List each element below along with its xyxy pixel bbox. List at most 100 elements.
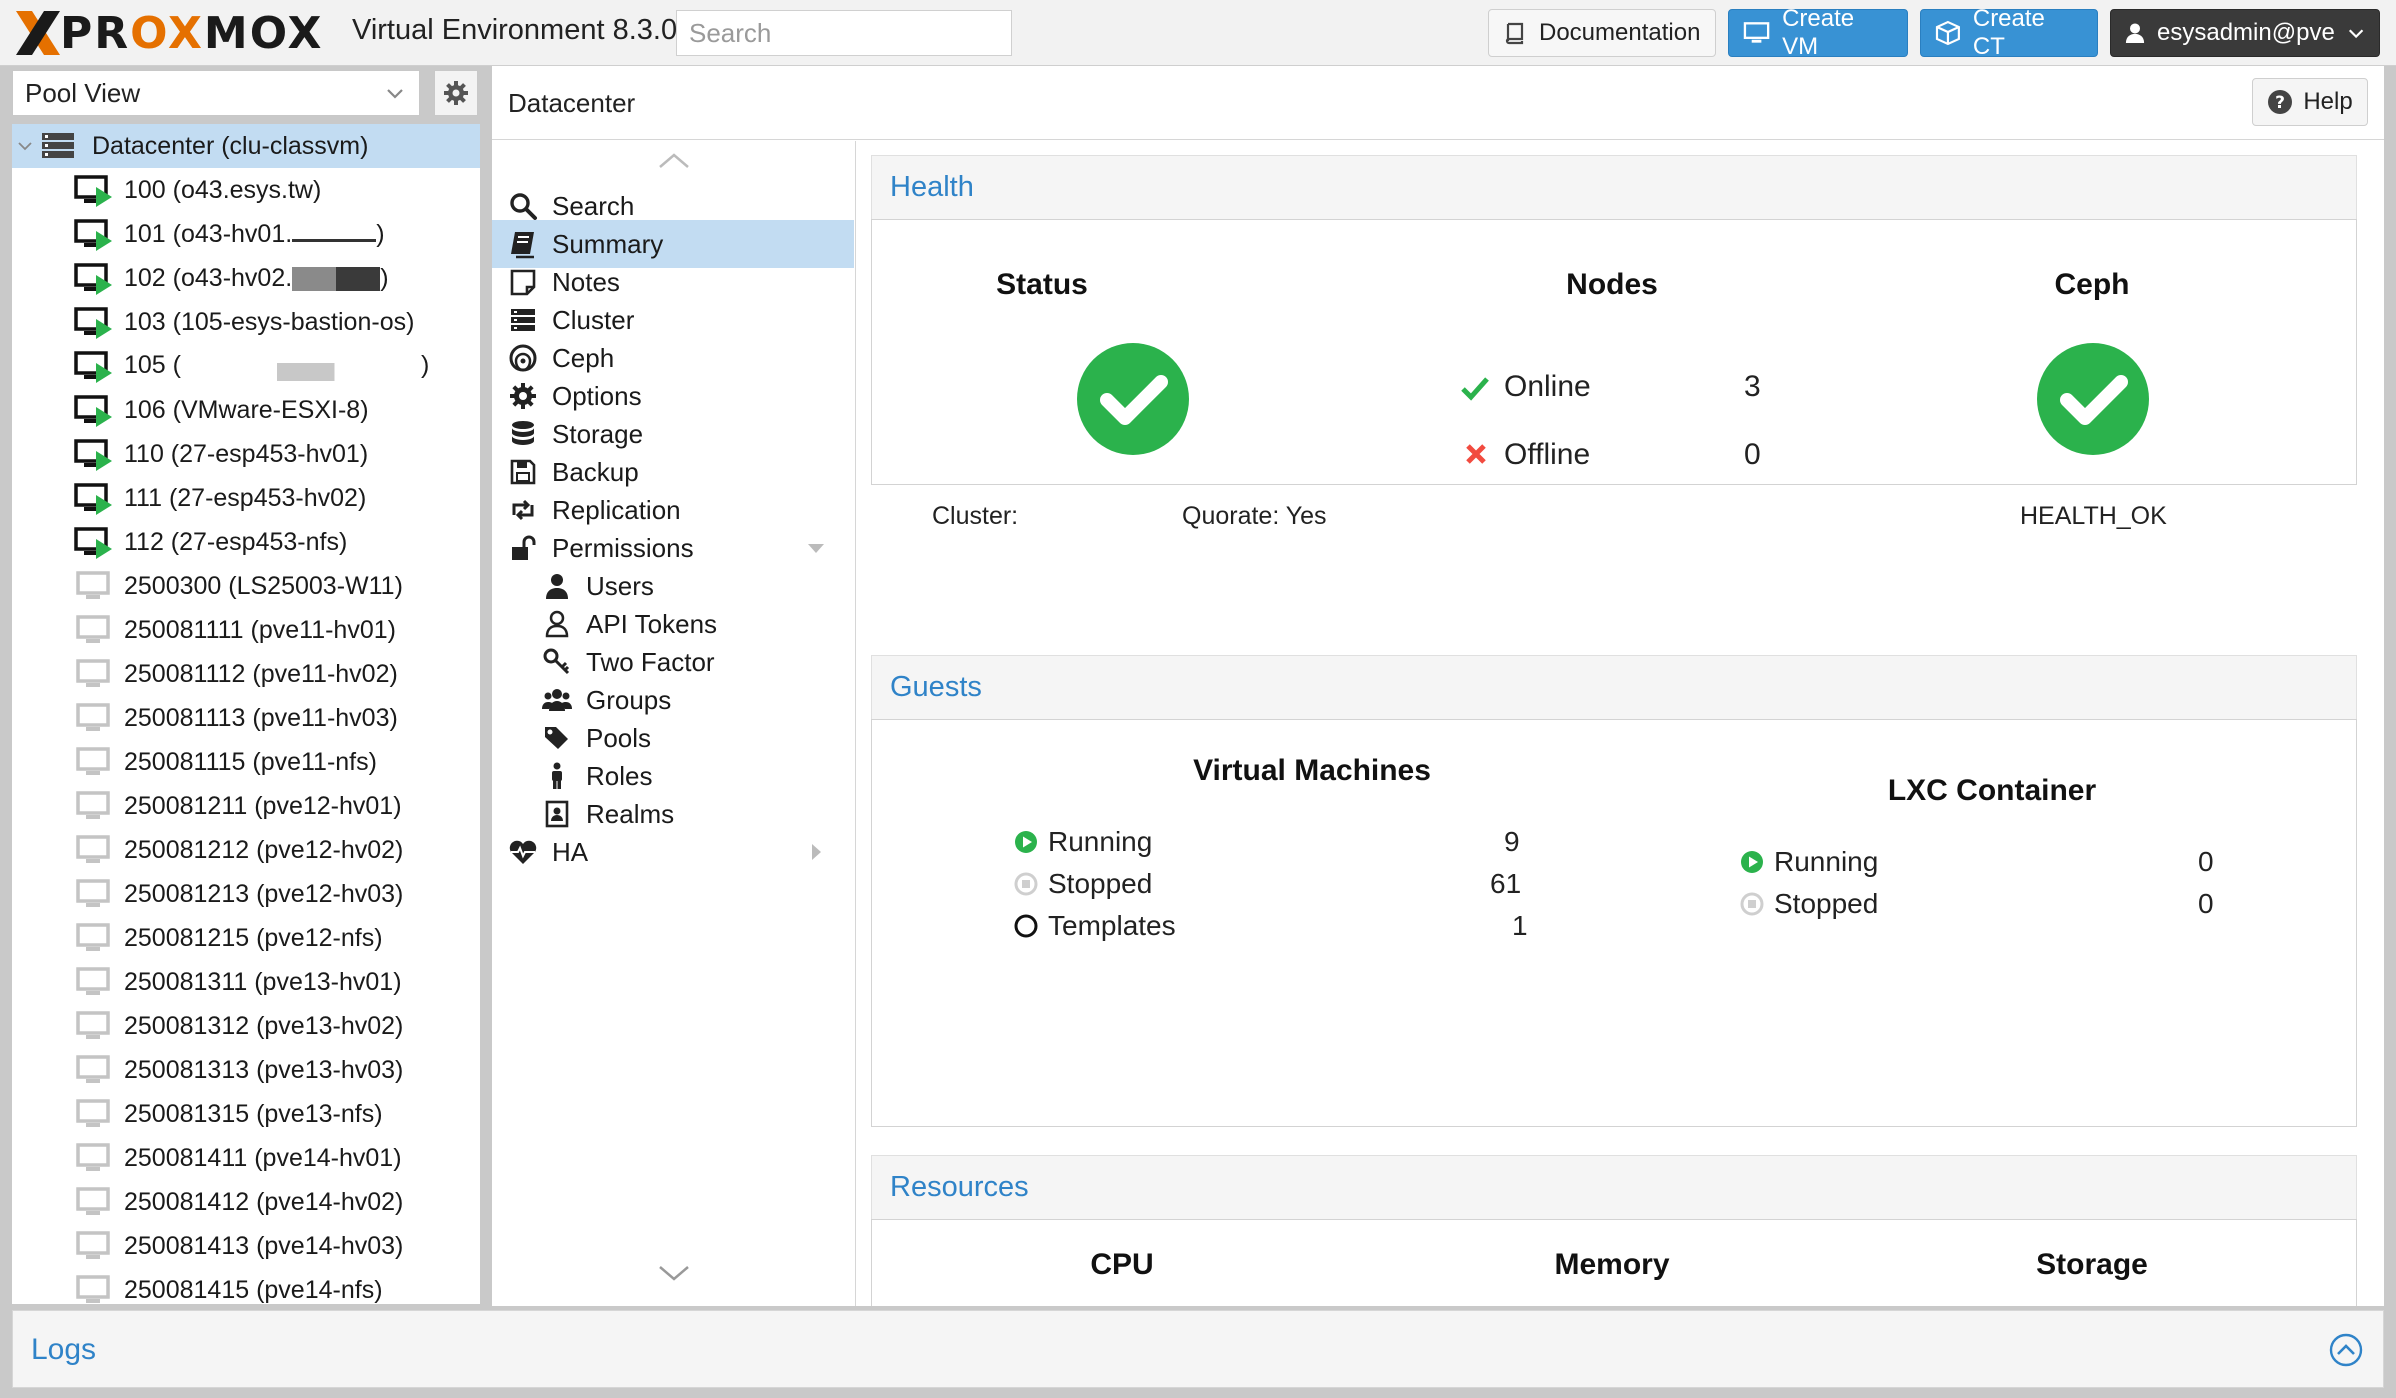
username-label: esysadmin@pve (2157, 19, 2335, 46)
vm-stopped-icon (76, 791, 110, 819)
tree-settings-button[interactable] (434, 70, 478, 116)
tree-node-vm[interactable]: 2500300 (LS25003-W11) (12, 564, 480, 608)
caret-down-icon[interactable] (806, 538, 826, 558)
create-ct-label: Create CT (1972, 5, 2045, 60)
tree-node-vm[interactable]: 102 (o43-hv02.) (12, 256, 480, 300)
tree-node-label: 110 (27-esp453-hv01) (124, 440, 368, 469)
tree-node-vm[interactable]: 250081315 (pve13-nfs) (12, 1092, 480, 1136)
tree-node-vm[interactable]: 100 (o43.esys.tw) (12, 168, 480, 212)
search-icon (510, 193, 537, 220)
tree-node-vm[interactable]: 250081213 (pve12-hv03) (12, 872, 480, 916)
address-book-icon (545, 800, 569, 828)
tree-node-name: 110 (27-esp453-hv01) (124, 439, 369, 468)
tree-node-vm[interactable]: 250081113 (pve11-hv03) (12, 696, 480, 740)
tree-node-vm[interactable]: 250081412 (pve14-hv02) (12, 1180, 480, 1224)
tree-node-vm[interactable]: 250081115 (pve11-nfs) (12, 740, 480, 784)
tree-node-vm[interactable]: 250081313 (pve13-hv03) (12, 1048, 480, 1092)
tree-node-name: 250081311 (pve13-hv01) (124, 967, 402, 996)
view-selector[interactable]: Pool View (12, 70, 420, 116)
vm-running-icon (74, 395, 112, 427)
tree-node-vm[interactable]: 112 (27-esp453-nfs) (12, 520, 480, 564)
vm-running-icon (74, 175, 112, 207)
nav-item-label: HA (552, 836, 589, 867)
tree-node-datacenter[interactable]: Datacenter (clu-classvm) (12, 124, 480, 168)
tree-node-vm[interactable]: 250081415 (pve14-nfs) (12, 1268, 480, 1304)
create-vm-button[interactable]: Create VM (1728, 5, 1908, 60)
chevron-down-icon (18, 142, 32, 151)
desktop-icon (1743, 22, 1770, 43)
tree-node-vm[interactable]: 111 (27-esp453-hv02) (12, 476, 480, 520)
tree-node-label: 100 (o43.esys.tw) (124, 176, 321, 205)
expand-up-icon[interactable] (2329, 1333, 2363, 1367)
search-input[interactable] (676, 10, 1012, 56)
tree-node-name: 250081111 (pve11-hv01) (124, 615, 396, 644)
lxc-running-label: Running (1774, 846, 1879, 877)
tree-node-name: 250081413 (pve14-hv03) (124, 1231, 404, 1260)
cpu-title: CPU (1090, 1248, 1154, 1281)
circle-outline-icon (1014, 914, 1038, 938)
person-icon (552, 762, 562, 789)
guests-panel: Virtual Machines Running 9 Stopped 61 Te… (871, 719, 2357, 1127)
vm-stopped-icon (76, 879, 110, 907)
tree-node-name: 250081211 (pve12-hv01) (124, 791, 402, 820)
tree-node-vm[interactable]: 110 (27-esp453-hv01) (12, 432, 480, 476)
nav-item-label: Pools (586, 722, 652, 753)
stop-circle-icon (1014, 872, 1038, 896)
vm-running-icon (74, 263, 112, 295)
tree-node-vm[interactable]: 250081212 (pve12-hv02) (12, 828, 480, 872)
tree-node-label: 2500300 (LS25003-W11) (124, 572, 403, 601)
vm-templates-row: Templates (1014, 906, 1176, 946)
logs-title: Logs (31, 1333, 97, 1366)
nav-item-label: Storage (552, 418, 644, 449)
tree-node-vm[interactable]: 250081413 (pve14-hv03) (12, 1224, 480, 1268)
tree-node-vm[interactable]: 250081311 (pve13-hv01) (12, 960, 480, 1004)
user-outline-icon (545, 610, 569, 638)
tree-node-vm[interactable]: 250081111 (pve11-hv01) (12, 608, 480, 652)
create-ct-button[interactable]: Create CT (1920, 5, 2098, 60)
lxc-running-count: 0 (2198, 846, 2214, 877)
vm-stopped-icon (76, 615, 110, 643)
top-bar: PROXMOX Virtual Environment 8.3.0 Docume… (0, 0, 2396, 66)
tree-node-label: 250081411 (pve14-hv01) (124, 1144, 402, 1173)
tree-node-label: 111 (27-esp453-hv02) (124, 484, 366, 513)
gear-icon (444, 81, 468, 105)
user-menu-button[interactable]: esysadmin@pve (2110, 9, 2380, 57)
storage-title: Storage (2036, 1248, 2148, 1281)
book-icon (511, 232, 534, 259)
documentation-button[interactable]: Documentation (1488, 9, 1716, 57)
vm-stopped-icon (76, 703, 110, 731)
vm-running-icon (74, 483, 112, 515)
scroll-down-icon[interactable] (656, 1261, 692, 1285)
tree-node-name: 250081415 (pve14-nfs) (124, 1275, 383, 1304)
tree-node-vm[interactable]: 250081312 (pve13-hv02) (12, 1004, 480, 1048)
tree-node-vm[interactable]: 103 (105-esys-bastion-os) (12, 300, 480, 344)
vm-templates-label: Templates (1048, 910, 1176, 941)
caret-right-icon[interactable] (806, 842, 826, 862)
tree-node-vm[interactable]: 250081211 (pve12-hv01) (12, 784, 480, 828)
ceph-health-status: HEALTH_OK (2020, 502, 2167, 530)
server-icon (42, 133, 74, 158)
nav-item-ha[interactable]: HA (492, 828, 854, 876)
nav-item-label: Roles (586, 760, 653, 791)
lxc-running-row: Running (1740, 842, 1878, 882)
scroll-up-icon[interactable] (656, 149, 692, 173)
main-panel: Datacenter ? Help Search Summary Notes Clus… (492, 66, 2384, 1306)
tree-node-vm[interactable]: 106 (VMware-ESXI-8) (12, 388, 480, 432)
help-button[interactable]: ? Help (2252, 78, 2368, 126)
tree-node-vm[interactable]: 250081112 (pve11-hv02) (12, 652, 480, 696)
quorate-label: Quorate: Yes (1182, 502, 1327, 530)
nav-item-label: Cluster (552, 304, 635, 335)
floppy-icon (510, 459, 536, 485)
tags-icon (545, 727, 568, 749)
tree-node-vm[interactable]: 250081215 (pve12-nfs) (12, 916, 480, 960)
tree-node-label: 250081215 (pve12-nfs) (124, 924, 383, 953)
tree-node-vm[interactable]: 105 () (12, 344, 480, 388)
tree-node-vm[interactable]: 101 (o43-hv01.) (12, 212, 480, 256)
tree-node-label: 250081413 (pve14-hv03) (124, 1232, 403, 1261)
note-icon (510, 269, 536, 296)
server-icon (511, 309, 535, 331)
question-circle-icon: ? (2268, 90, 2293, 114)
tree-node-name-suffix: ) (376, 219, 385, 248)
gear-icon (510, 383, 536, 409)
tree-node-vm[interactable]: 250081411 (pve14-hv01) (12, 1136, 480, 1180)
